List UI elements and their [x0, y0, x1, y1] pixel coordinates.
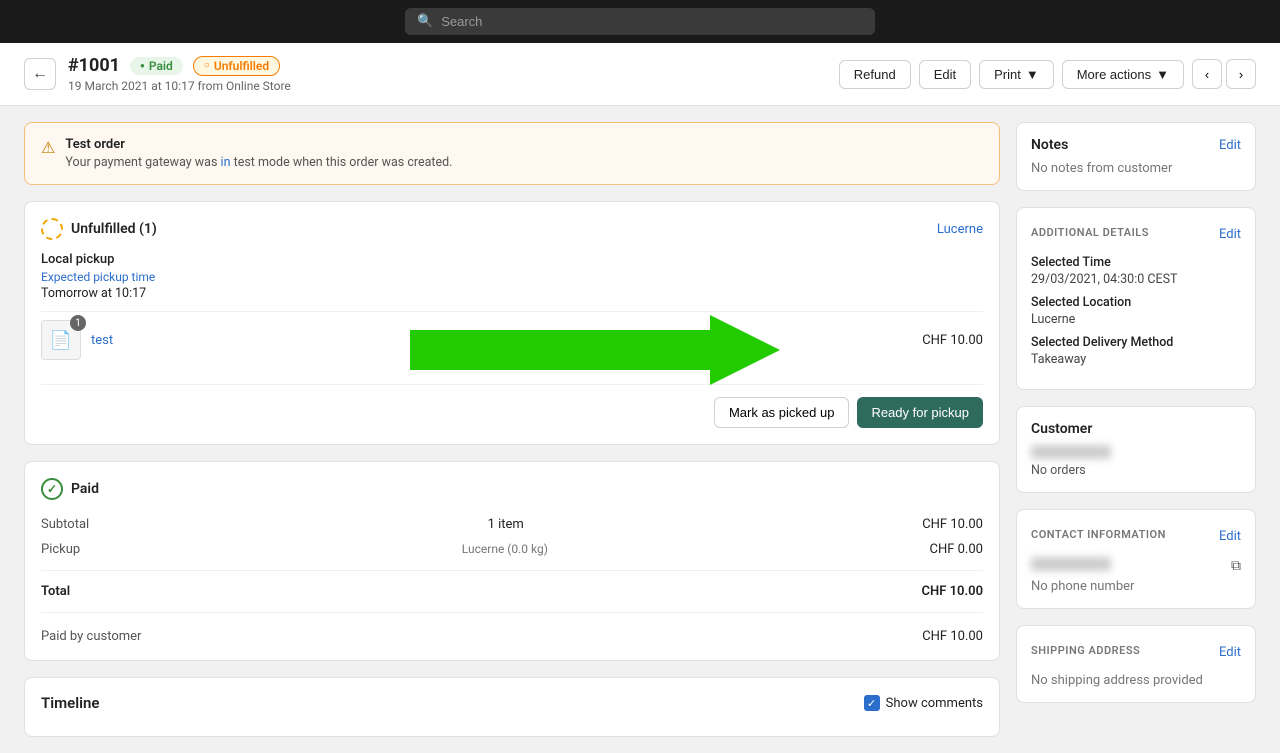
pickup-row: Pickup Lucerne (0.0 kg) CHF 0.00 [41, 537, 983, 562]
order-date: 19 March 2021 at 10:17 from Online Store [68, 79, 827, 93]
subtotal-label: Subtotal [41, 517, 89, 532]
selected-delivery-label: Selected Delivery Method [1031, 335, 1241, 350]
pickup-info: Local pickup Expected pickup time Tomorr… [41, 252, 983, 301]
no-notes-text: No notes from customer [1031, 161, 1241, 176]
paid-by-amount: CHF 10.00 [922, 629, 983, 644]
search-icon: 🔍 [417, 14, 433, 29]
page-header: ← #1001 Paid Unfulfilled 19 March 2021 a… [0, 43, 1280, 106]
paid-title: Paid [71, 481, 99, 497]
item-name[interactable]: test [91, 333, 912, 348]
pickup-amount: CHF 0.00 [929, 542, 983, 557]
pickup-time: Tomorrow at 10:17 [41, 286, 983, 301]
unfulfilled-badge: Unfulfilled [193, 56, 280, 76]
alert-banner: ⚠ Test order Your payment gateway was in… [24, 122, 1000, 185]
more-actions-dropdown-icon: ▼ [1156, 67, 1169, 82]
show-comments[interactable]: ✓ Show comments [864, 695, 983, 711]
additional-details-card: ADDITIONAL DETAILS Edit Selected Time 29… [1016, 207, 1256, 390]
paid-by-row: Paid by customer CHF 10.00 [41, 621, 983, 644]
document-icon: 📄 [50, 330, 72, 351]
pickup-sub: Lucerne (0.0 kg) [462, 542, 548, 557]
total-row: Total CHF 10.00 [41, 579, 983, 604]
customer-name-blurred [1031, 445, 1111, 459]
contact-info-card: CONTACT INFORMATION Edit ⧉ No phone numb… [1016, 509, 1256, 609]
paid-icon: ✓ [41, 478, 63, 500]
alert-title: Test order [65, 137, 452, 152]
customer-title: Customer [1031, 421, 1092, 437]
selected-location-value: Lucerne [1031, 312, 1241, 327]
item-price: CHF 10.00 [922, 333, 983, 348]
pickup-fee-label: Pickup [41, 542, 80, 557]
paid-card: ✓ Paid Subtotal 1 item CHF 10.00 Pickup … [24, 461, 1000, 661]
notes-title: Notes [1031, 137, 1068, 153]
right-column: Notes Edit No notes from customer ADDITI… [1016, 122, 1256, 737]
refund-button[interactable]: Refund [839, 60, 911, 89]
prev-order-button[interactable]: ‹ [1192, 59, 1222, 89]
item-thumbnail: 📄 1 [41, 320, 81, 360]
selected-time-value: 29/03/2021, 04:30:0 CEST [1031, 272, 1241, 287]
search-box[interactable]: 🔍 [405, 8, 875, 35]
selected-delivery-value: Takeaway [1031, 352, 1241, 367]
item-qty-badge: 1 [70, 315, 86, 331]
main-content: ⚠ Test order Your payment gateway was in… [0, 106, 1280, 753]
shipping-address-label: SHIPPING ADDRESS [1031, 644, 1140, 657]
print-dropdown-icon: ▼ [1026, 67, 1039, 82]
unfulfilled-card: Unfulfilled (1) Lucerne Local pickup Exp… [24, 201, 1000, 445]
left-column: ⚠ Test order Your payment gateway was in… [24, 122, 1000, 737]
no-orders-text: No orders [1031, 463, 1241, 478]
total-label: Total [41, 584, 70, 599]
top-bar: 🔍 [0, 0, 1280, 43]
search-input[interactable] [441, 14, 863, 29]
paid-badge: Paid [130, 57, 183, 75]
subtotal-count: 1 item [488, 517, 524, 532]
timeline-title: Timeline [41, 694, 99, 712]
customer-card: Customer No orders [1016, 406, 1256, 493]
header-actions: Refund Edit Print ▼ More actions ▼ ‹ › [839, 59, 1256, 89]
total-amount: CHF 10.00 [922, 584, 983, 599]
subtotal-row: Subtotal 1 item CHF 10.00 [41, 512, 983, 537]
unfulfilled-icon [41, 218, 63, 240]
alert-text: Your payment gateway was in test mode wh… [65, 155, 452, 170]
ready-for-pickup-button[interactable]: Ready for pickup [857, 397, 983, 428]
additional-details-edit[interactable]: Edit [1219, 227, 1241, 242]
shipping-address-card: SHIPPING ADDRESS Edit No shipping addres… [1016, 625, 1256, 703]
timeline-card: Timeline ✓ Show comments [24, 677, 1000, 737]
timeline-header: Timeline ✓ Show comments [41, 694, 983, 712]
back-button[interactable]: ← [24, 58, 56, 90]
no-address-text: No shipping address provided [1031, 673, 1241, 688]
no-phone-text: No phone number [1031, 579, 1241, 594]
expected-label: Expected pickup time [41, 270, 983, 284]
unfulfilled-title: Unfulfilled (1) [71, 221, 157, 237]
print-button[interactable]: Print ▼ [979, 60, 1054, 89]
next-order-button[interactable]: › [1226, 59, 1256, 89]
contact-info-label: CONTACT INFORMATION [1031, 528, 1166, 541]
notes-card: Notes Edit No notes from customer [1016, 122, 1256, 191]
selected-location-label: Selected Location [1031, 295, 1241, 310]
contact-info-edit[interactable]: Edit [1219, 529, 1241, 544]
unfulfilled-location: Lucerne [937, 222, 983, 237]
pickup-label: Local pickup [41, 252, 983, 267]
additional-details-label: ADDITIONAL DETAILS [1031, 226, 1149, 239]
order-item-row: 📄 1 test CHF 10.00 [41, 311, 983, 368]
order-number: #1001 [68, 55, 120, 76]
notes-edit-link[interactable]: Edit [1219, 138, 1241, 153]
card-actions: Mark as picked up Ready for pickup [41, 384, 983, 428]
warning-icon: ⚠ [41, 138, 55, 157]
copy-icon[interactable]: ⧉ [1231, 558, 1241, 574]
shipping-address-edit[interactable]: Edit [1219, 645, 1241, 660]
contact-email-blurred [1031, 557, 1111, 571]
show-comments-checkbox[interactable]: ✓ [864, 695, 880, 711]
paid-by-label: Paid by customer [41, 629, 141, 644]
order-title-block: #1001 Paid Unfulfilled 19 March 2021 at … [68, 55, 827, 93]
subtotal-amount: CHF 10.00 [922, 517, 983, 532]
edit-button[interactable]: Edit [919, 60, 971, 89]
nav-group: ‹ › [1192, 59, 1256, 89]
selected-time-label: Selected Time [1031, 255, 1241, 270]
show-comments-label: Show comments [886, 696, 983, 711]
more-actions-button[interactable]: More actions ▼ [1062, 60, 1184, 89]
mark-picked-up-button[interactable]: Mark as picked up [714, 397, 850, 428]
